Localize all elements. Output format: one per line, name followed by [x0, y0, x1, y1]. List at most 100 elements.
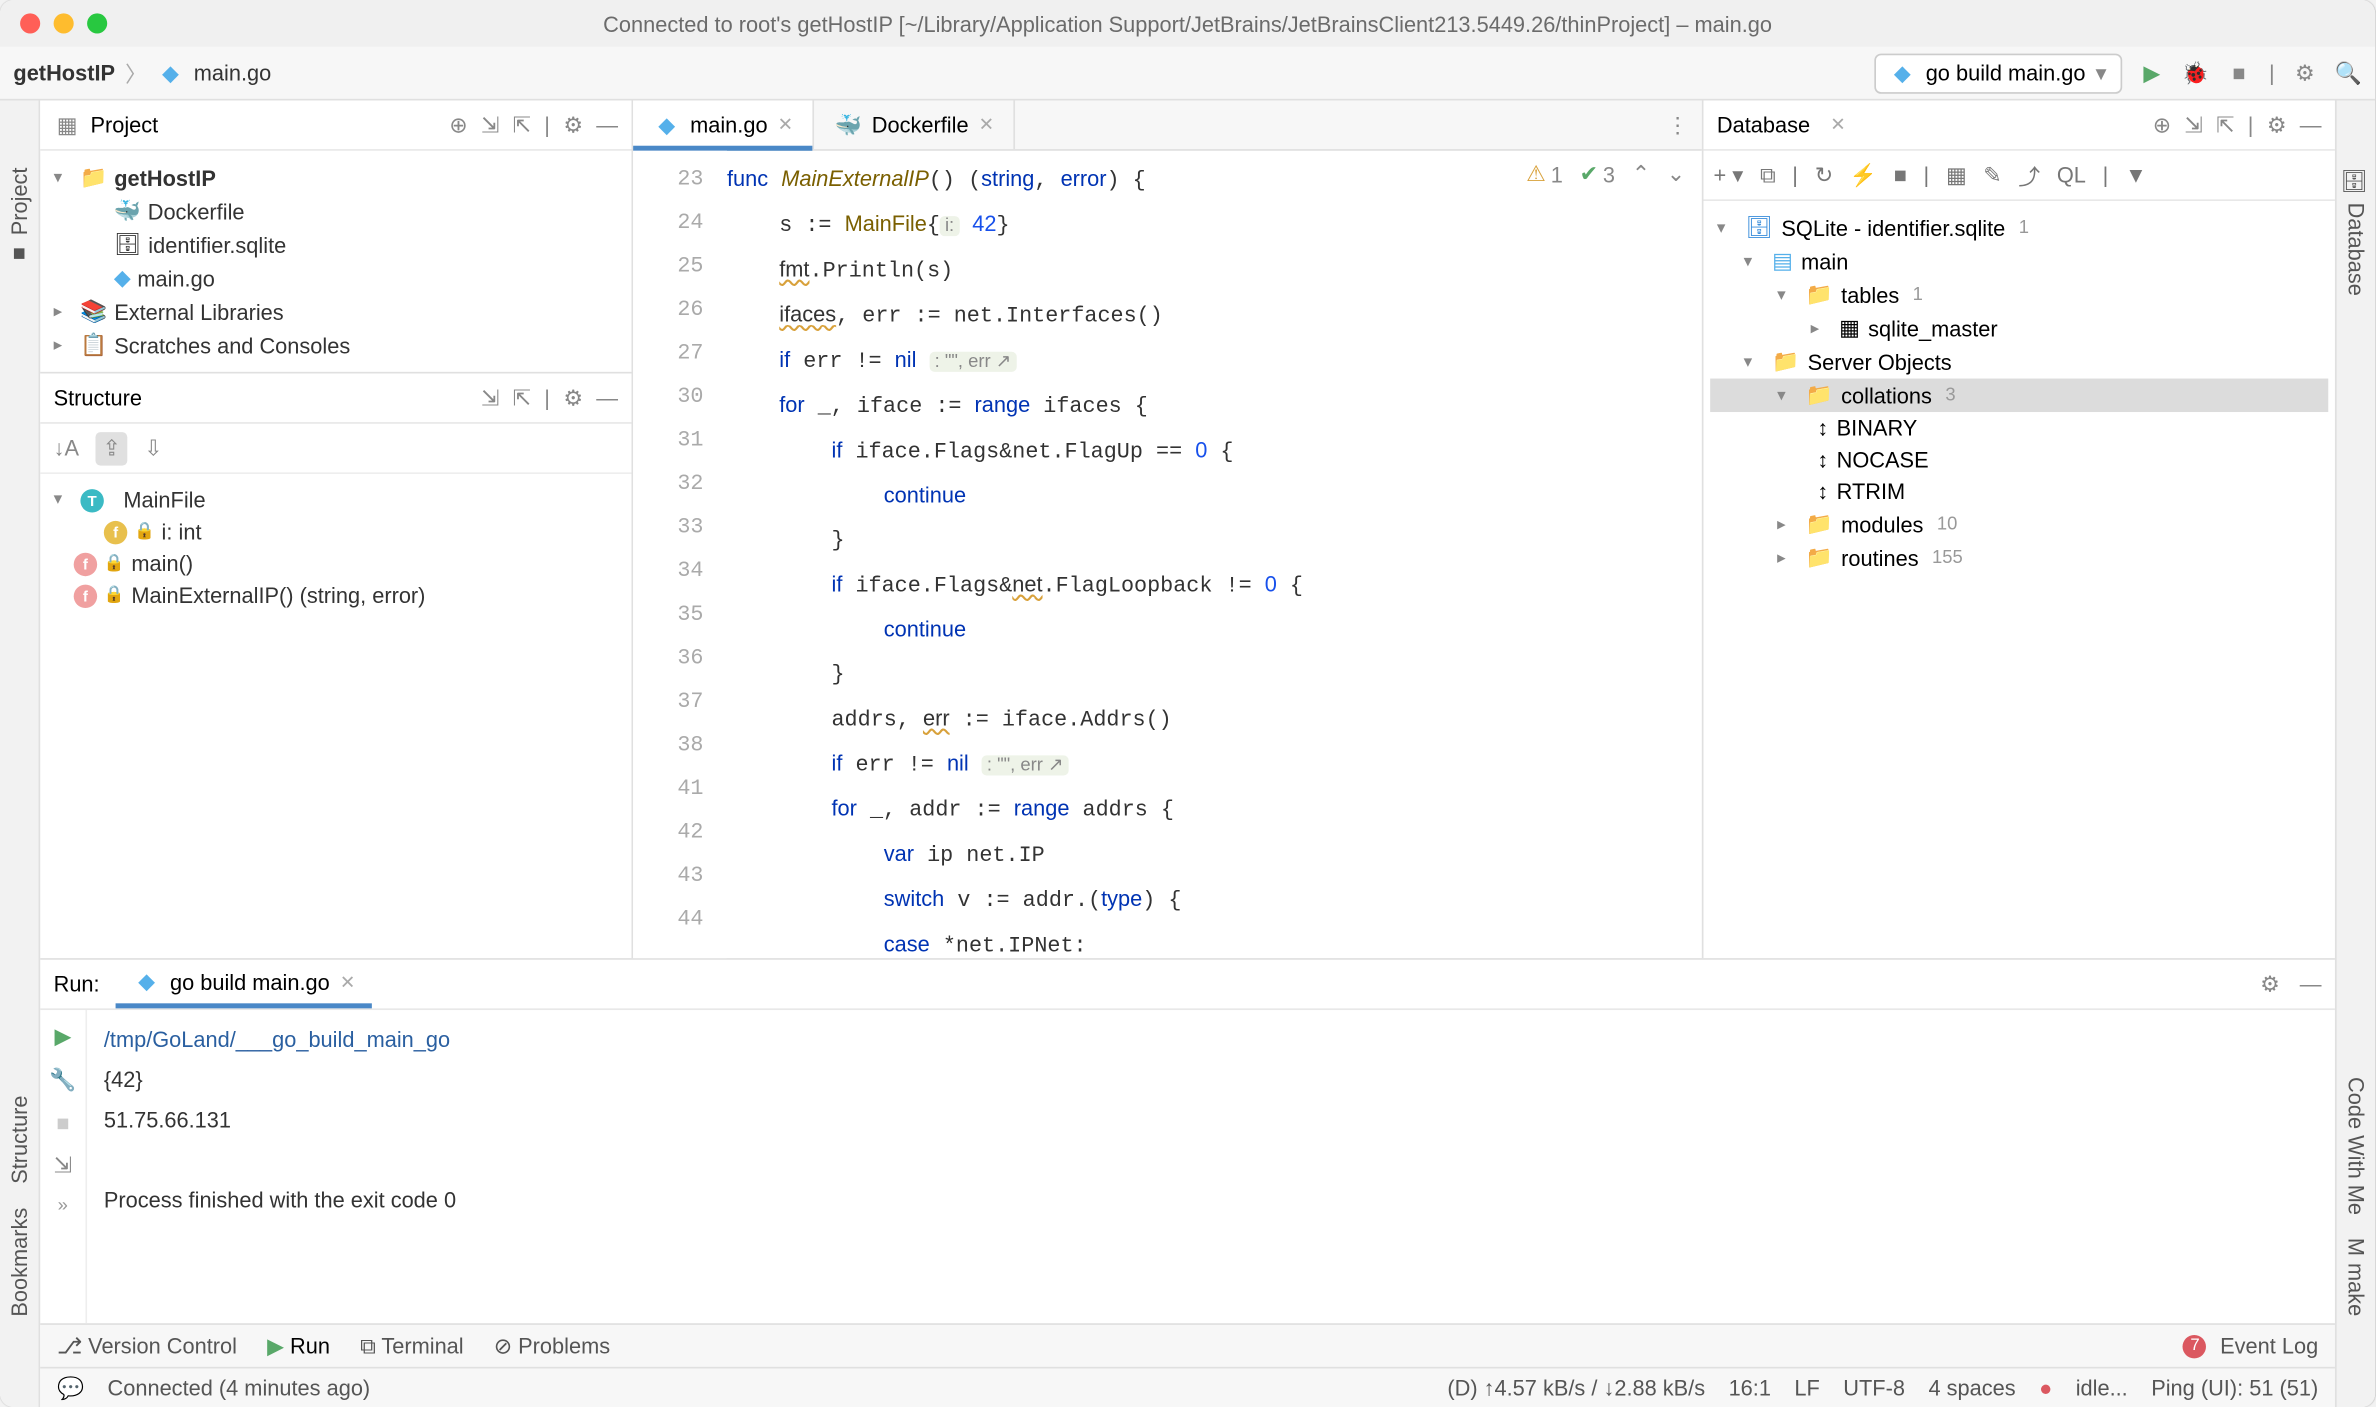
structure-item-main[interactable]: f🔒main() [47, 548, 625, 580]
console-icon[interactable]: QL [2057, 162, 2086, 187]
database-toolwindow-button[interactable]: 🗄Database [2343, 168, 2368, 296]
db-datasource[interactable]: ▾🗄SQLite - identifier.sqlite1 [1710, 211, 2328, 245]
autoscroll-icon[interactable]: ⇪ [96, 431, 128, 465]
collapse-all-icon[interactable]: ⇱ [513, 111, 531, 138]
vcs-toolwindow-button[interactable]: ⎇ Version Control [57, 1332, 237, 1359]
minimize-icon[interactable] [54, 13, 74, 33]
table-icon[interactable]: ▦ [1946, 162, 1967, 189]
status-encoding[interactable]: UTF-8 [1843, 1375, 1905, 1400]
edit-icon[interactable]: ✎ [1983, 162, 2001, 189]
rerun-icon[interactable]: ▶ [54, 1023, 71, 1050]
structure-item-mainfile[interactable]: ▾T MainFile [47, 484, 625, 516]
layout-icon[interactable]: ⇲ [54, 1152, 72, 1179]
structure-toolwindow-button[interactable]: Structure [7, 1096, 32, 1184]
gear-icon[interactable]: ⚙ [563, 384, 583, 411]
db-collations[interactable]: ▾📁collations3 [1710, 379, 2328, 413]
run-button[interactable]: ▶ [2138, 59, 2165, 86]
close-database-icon[interactable]: ✕ [1830, 114, 1845, 136]
more-icon[interactable]: » [58, 1196, 68, 1216]
problems-toolwindow-button[interactable]: ⊘ Problems [494, 1332, 610, 1359]
console-output[interactable]: /tmp/GoLand/___go_build_main_go{42}51.75… [87, 1010, 2335, 1323]
db-server-objects[interactable]: ▾📁Server Objects [1710, 345, 2328, 379]
prev-highlight-icon[interactable]: ⌃ [1632, 161, 1650, 188]
collapse-all-icon[interactable]: ⇱ [513, 384, 531, 411]
new-datasource-icon[interactable]: + ▾ [1714, 162, 1744, 189]
filter-icon[interactable]: ▼ [2125, 162, 2147, 187]
db-table-sqlitemaster[interactable]: ▸▦sqlite_master [1710, 312, 2328, 346]
stop-icon[interactable]: ■ [56, 1111, 69, 1136]
next-highlight-icon[interactable]: ⌄ [1667, 161, 1685, 188]
db-schema-main[interactable]: ▾▤main [1710, 245, 2328, 279]
sort-icon[interactable]: ↓A [54, 436, 79, 461]
scratches[interactable]: ▸📋Scratches and Consoles [47, 328, 625, 362]
project-root[interactable]: ▾📁getHostIP [47, 161, 625, 195]
status-indent[interactable]: 4 spaces [1928, 1375, 2015, 1400]
breadcrumb-project[interactable]: getHostIP [13, 60, 115, 85]
tree-file-maingo[interactable]: ◆main.go [47, 261, 625, 295]
gear-icon[interactable]: ⚙ [2260, 971, 2280, 998]
project-tree[interactable]: ▾📁getHostIP 🐳Dockerfile 🗄identifier.sqli… [40, 151, 631, 372]
db-collation-rtrim[interactable]: ↕RTRIM [1710, 476, 2328, 508]
structure-tree[interactable]: ▾T MainFile f🔒i: int f🔒main() f🔒MainExte… [40, 474, 631, 621]
hide-icon[interactable]: — [596, 111, 618, 138]
bookmarks-toolwindow-button[interactable]: Bookmarks [7, 1208, 32, 1317]
inspections-widget[interactable]: ⚠1 ✔3 ⌃ ⌄ [1526, 161, 1685, 188]
hide-icon[interactable]: — [2300, 971, 2322, 998]
terminal-toolwindow-button[interactable]: ⧉ Terminal [360, 1332, 464, 1359]
collapse-icon[interactable]: ⇱ [2216, 111, 2234, 138]
notification-icon[interactable]: 💬 [57, 1374, 84, 1401]
db-modules[interactable]: ▸📁modules10 [1710, 508, 2328, 541]
select-opened-file-icon[interactable]: ⊕ [449, 111, 467, 138]
status-caret[interactable]: 16:1 [1729, 1375, 1771, 1400]
breadcrumb[interactable]: getHostIP 〉 ◆ main.go [13, 57, 271, 89]
hide-icon[interactable]: — [2300, 111, 2322, 138]
debug-button[interactable]: 🐞 [2182, 59, 2209, 86]
project-toolwindow-button[interactable]: ■Project [7, 168, 32, 268]
tab-main-go[interactable]: ◆ main.go ✕ [633, 101, 815, 150]
jump-icon[interactable]: ⤴ [2018, 159, 2040, 191]
tab-menu-icon[interactable]: ⋮ [1667, 111, 1689, 138]
db-routines[interactable]: ▸📁routines155 [1710, 541, 2328, 575]
tree-file-dockerfile[interactable]: 🐳Dockerfile [47, 194, 625, 228]
make-toolwindow-button[interactable]: Mmake [2343, 1238, 2368, 1316]
settings-icon[interactable]: ⚙ [2291, 59, 2318, 86]
gear-icon[interactable]: ⚙ [563, 111, 583, 138]
code-editor[interactable]: ⚠1 ✔3 ⌃ ⌄ 232425262730313233343536373841… [633, 151, 1702, 958]
breadcrumb-file[interactable]: main.go [194, 60, 271, 85]
close-icon[interactable] [20, 13, 40, 33]
run-configuration-dropdown[interactable]: ◆ go build main.go ▾ [1874, 53, 2122, 93]
close-tab-icon[interactable]: ✕ [979, 114, 994, 136]
hide-icon[interactable]: — [596, 384, 618, 411]
add-icon[interactable]: ⊕ [2153, 111, 2171, 138]
gear-icon[interactable]: ⚙ [2267, 111, 2287, 138]
db-collation-nocase[interactable]: ↕NOCASE [1710, 444, 2328, 476]
duplicate-icon[interactable]: ⧉ [1760, 162, 1776, 189]
run-tab[interactable]: ◆ go build main.go ✕ [116, 960, 372, 1009]
structure-item-field[interactable]: f🔒i: int [47, 516, 625, 548]
stop-icon[interactable]: ■ [1894, 162, 1907, 187]
tab-dockerfile[interactable]: 🐳 Dockerfile ✕ [815, 101, 1016, 150]
expand-all-icon[interactable]: ⇲ [481, 111, 499, 138]
error-icon[interactable]: ● [2039, 1375, 2052, 1400]
code-content[interactable]: func MainExternalIP() (string, error) { … [727, 151, 1702, 958]
tree-file-sqlite[interactable]: 🗄identifier.sqlite [47, 228, 625, 262]
wrench-icon[interactable]: 🔧 [49, 1067, 76, 1094]
status-line-ending[interactable]: LF [1794, 1375, 1819, 1400]
close-tab-icon[interactable]: ✕ [778, 114, 793, 136]
diagnose-icon[interactable]: ⚡ [1850, 162, 1877, 189]
external-libraries[interactable]: ▸📚External Libraries [47, 295, 625, 329]
expand-icon[interactable]: ⇲ [2184, 111, 2202, 138]
expand-all-icon[interactable]: ⇲ [481, 384, 499, 411]
run-toolwindow-button[interactable]: ▶ Run [267, 1332, 330, 1359]
search-icon[interactable]: 🔍 [2335, 59, 2362, 86]
refresh-icon[interactable]: ↻ [1815, 162, 1833, 189]
db-collation-binary[interactable]: ↕BINARY [1710, 412, 2328, 444]
codewithme-toolwindow-button[interactable]: Code With Me [2343, 1077, 2368, 1215]
event-log-button[interactable]: Event Log [2220, 1333, 2318, 1358]
structure-item-mainexternalip[interactable]: f🔒MainExternalIP() (string, error) [47, 580, 625, 612]
autoscroll-from-icon[interactable]: ⇩ [144, 435, 162, 462]
close-run-tab-icon[interactable]: ✕ [340, 971, 355, 993]
maximize-icon[interactable] [87, 13, 107, 33]
database-tree[interactable]: ▾🗄SQLite - identifier.sqlite1 ▾▤main ▾📁t… [1703, 201, 2334, 958]
db-tables[interactable]: ▾📁tables1 [1710, 278, 2328, 312]
